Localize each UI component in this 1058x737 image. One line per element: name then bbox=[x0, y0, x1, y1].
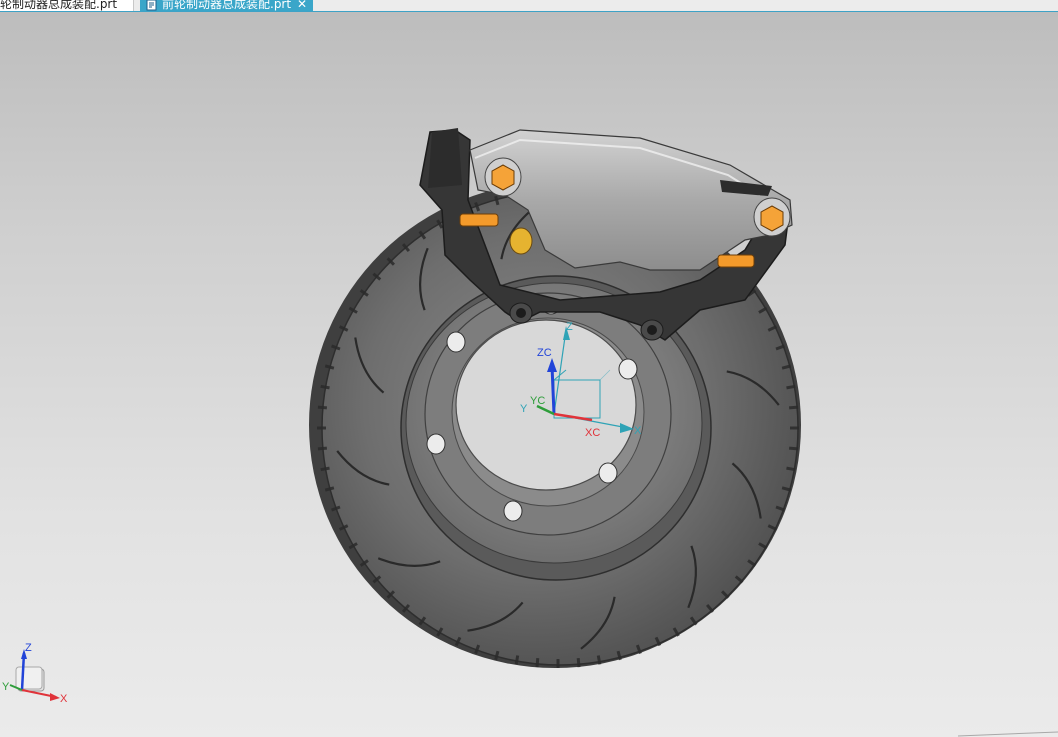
view-triad[interactable]: Z X Y bbox=[0, 627, 80, 707]
triad-z-label: Z bbox=[25, 642, 32, 654]
rotor-vent bbox=[320, 466, 330, 472]
yc-label: YC bbox=[530, 395, 545, 407]
rotor-vent bbox=[317, 405, 328, 410]
rotor-vent bbox=[320, 384, 330, 390]
rotor-vent bbox=[596, 655, 602, 665]
tab-wheel-brake-assembly[interactable]: 轮制动器总成装配.prt bbox=[0, 0, 134, 11]
x-label: X bbox=[634, 425, 642, 437]
rotor-vent bbox=[514, 655, 520, 665]
rotor-vent bbox=[788, 446, 799, 451]
tab-front-wheel-brake-assembly[interactable]: 前轮制动器总成装配.prt ✕ bbox=[140, 0, 313, 11]
brake-assembly-model: ZC YC XC Z Y X bbox=[309, 128, 801, 668]
rotor-vent bbox=[317, 446, 328, 451]
rotor-vent bbox=[788, 405, 799, 410]
nx-part-file-icon bbox=[146, 0, 157, 10]
close-icon[interactable]: ✕ bbox=[297, 0, 307, 11]
graphics-window[interactable]: ZC YC XC Z Y X Z X Y bbox=[0, 12, 1058, 737]
y-label: Y bbox=[520, 403, 528, 415]
rotor-vent bbox=[786, 384, 796, 390]
xc-label: XC bbox=[585, 427, 600, 439]
z-label: Z bbox=[566, 321, 573, 333]
rotor-vent bbox=[786, 466, 796, 472]
triad-y-label: Y bbox=[2, 681, 10, 693]
rotor-vent bbox=[535, 657, 540, 668]
document-tab-bar: 轮制动器总成装配.prt 前轮制动器总成装配.prt ✕ bbox=[0, 0, 1058, 12]
rotor-vent bbox=[576, 657, 581, 668]
corner-handle bbox=[958, 731, 1058, 737]
triad-x-label: X bbox=[60, 693, 68, 705]
tab-label: 轮制动器总成装配.prt bbox=[0, 0, 118, 11]
tab-label: 前轮制动器总成装配.prt bbox=[162, 0, 292, 11]
zc-label: ZC bbox=[537, 347, 552, 359]
